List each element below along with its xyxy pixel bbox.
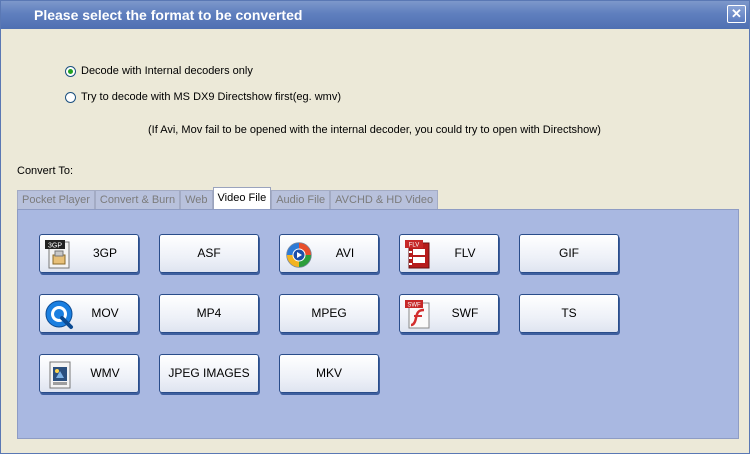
decoder-note: (If Avi, Mov fail to be opened with the … bbox=[148, 124, 601, 136]
format-button-gif[interactable]: GIF bbox=[519, 234, 619, 273]
format-tabs: Pocket Player Convert & Burn Web Video F… bbox=[17, 187, 439, 209]
format-label: MKV bbox=[315, 366, 342, 380]
avi-play-icon bbox=[286, 242, 312, 268]
flv-film-icon: FLV bbox=[405, 240, 430, 269]
tab-audio-file[interactable]: Audio File bbox=[271, 190, 331, 209]
format-button-mov[interactable]: MOV bbox=[39, 294, 139, 333]
format-label: GIF bbox=[559, 246, 579, 260]
format-button-mp4[interactable]: MP4 bbox=[159, 294, 259, 333]
tab-convert-burn[interactable]: Convert & Burn bbox=[94, 190, 181, 209]
format-label: SWF bbox=[451, 306, 479, 320]
radio-directshow-indicator[interactable] bbox=[65, 91, 76, 103]
format-label: AVI bbox=[335, 246, 355, 260]
format-button-3gp[interactable]: 3GP 3GP bbox=[39, 234, 139, 273]
tab-avchd-hd-video[interactable]: AVCHD & HD Video bbox=[330, 190, 439, 209]
close-button[interactable]: ✕ bbox=[727, 5, 746, 23]
format-label: MP4 bbox=[196, 306, 222, 320]
flash-icon: SWF bbox=[405, 300, 430, 329]
format-label: WMV bbox=[90, 366, 120, 380]
radio-internal-indicator[interactable] bbox=[65, 65, 76, 77]
format-button-avi[interactable]: AVI bbox=[279, 234, 379, 273]
tab-video-file[interactable]: Video File bbox=[212, 187, 272, 209]
wmv-file-icon bbox=[49, 361, 71, 389]
convert-format-dialog: Please select the format to be converted… bbox=[0, 0, 750, 454]
radio-directshow-label: Try to decode with MS DX9 Directshow fir… bbox=[81, 91, 341, 103]
format-button-flv[interactable]: FLV FLV bbox=[399, 234, 499, 273]
convert-to-label: Convert To: bbox=[17, 165, 74, 177]
3gp-file-icon: 3GP bbox=[45, 240, 70, 269]
radio-internal-decoders[interactable]: Decode with Internal decoders only bbox=[65, 65, 253, 77]
format-button-swf[interactable]: SWF SWF bbox=[399, 294, 499, 333]
format-button-jpeg-images[interactable]: JPEG IMAGES bbox=[159, 354, 259, 393]
radio-directshow[interactable]: Try to decode with MS DX9 Directshow fir… bbox=[65, 91, 341, 103]
format-label: 3GP bbox=[92, 246, 117, 260]
format-button-ts[interactable]: TS bbox=[519, 294, 619, 333]
format-label: MPEG bbox=[311, 306, 347, 320]
tab-pocket-player[interactable]: Pocket Player bbox=[17, 190, 95, 209]
flv-badge: FLV bbox=[409, 243, 420, 249]
quicktime-icon bbox=[45, 300, 73, 329]
close-icon: ✕ bbox=[731, 6, 742, 21]
format-label: FLV bbox=[454, 246, 476, 260]
format-button-wmv[interactable]: WMV bbox=[39, 354, 139, 393]
format-button-mpeg[interactable]: MPEG bbox=[279, 294, 379, 333]
dialog-title: Please select the format to be converted bbox=[34, 7, 303, 23]
dialog-body: Decode with Internal decoders only Try t… bbox=[5, 31, 745, 451]
3gp-badge: 3GP bbox=[48, 243, 62, 250]
title-bar[interactable]: Please select the format to be converted… bbox=[1, 1, 749, 29]
format-label: TS bbox=[561, 306, 577, 320]
radio-internal-label: Decode with Internal decoders only bbox=[81, 65, 253, 77]
video-file-panel: 3GP 3GP ASF AVI FLV FLV GIF MOV MP4 MPEG… bbox=[17, 209, 739, 439]
format-label: ASF bbox=[197, 246, 221, 260]
format-button-mkv[interactable]: MKV bbox=[279, 354, 379, 393]
tab-web[interactable]: Web bbox=[180, 190, 213, 209]
swf-badge: SWF bbox=[407, 303, 421, 309]
format-button-asf[interactable]: ASF bbox=[159, 234, 259, 273]
format-label: MOV bbox=[91, 306, 119, 320]
format-label: JPEG IMAGES bbox=[168, 366, 250, 380]
